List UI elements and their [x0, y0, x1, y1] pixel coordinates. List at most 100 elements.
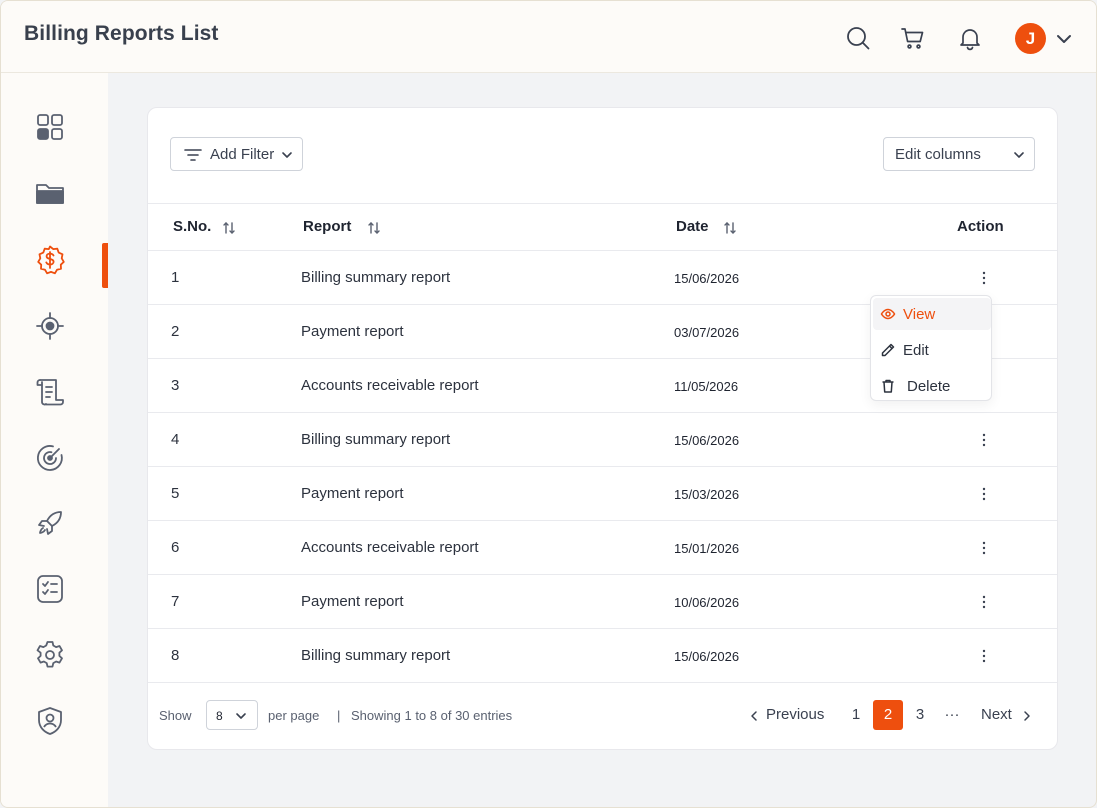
kebab-menu-icon[interactable]	[977, 431, 991, 449]
row-sno: 6	[171, 539, 180, 556]
chevron-down-icon	[236, 713, 246, 719]
show-label: Show	[159, 708, 192, 723]
sort-icon[interactable]	[723, 221, 737, 235]
row-report: Payment report	[301, 323, 404, 340]
sidebar-item-dashboard[interactable]	[1, 102, 108, 150]
next-page-button[interactable]: Next	[981, 706, 1012, 723]
table-row[interactable]: 8 Billing summary report 15/06/2026	[148, 628, 1057, 682]
active-indicator	[102, 243, 108, 288]
kebab-menu-icon[interactable]	[977, 269, 991, 287]
per-page-label: per page	[268, 708, 320, 723]
sidebar	[1, 73, 108, 807]
row-date: 15/06/2026	[674, 433, 740, 448]
target-icon	[36, 312, 64, 340]
table-row[interactable]: 5 Payment report 15/03/2026	[148, 466, 1057, 520]
row-sno: 5	[171, 485, 180, 502]
billing-dollar-icon	[37, 245, 65, 275]
row-date: 15/06/2026	[674, 271, 740, 286]
kebab-menu-icon[interactable]	[977, 593, 991, 611]
entries-summary: Showing 1 to 8 of 30 entries	[351, 708, 513, 723]
sidebar-item-settings[interactable]	[1, 630, 108, 678]
kebab-menu-icon[interactable]	[977, 539, 991, 557]
row-report: Payment report	[301, 593, 404, 610]
footer-separator: |	[337, 708, 341, 723]
avatar[interactable]: J	[1015, 23, 1046, 54]
sidebar-item-launch[interactable]	[1, 498, 108, 546]
reports-card: Add Filter Edit columns S.No. Report Dat…	[147, 107, 1058, 750]
row-date: 15/03/2026	[674, 487, 740, 502]
gear-icon	[36, 641, 63, 668]
top-header: Billing Reports List J	[1, 1, 1096, 73]
row-date: 10/06/2026	[674, 595, 740, 610]
sidebar-item-radar[interactable]	[1, 433, 108, 481]
edit-columns-dropdown[interactable]: Edit columns	[883, 137, 1035, 171]
page-title: Billing Reports List	[24, 22, 219, 45]
row-report: Accounts receivable report	[301, 377, 479, 394]
menu-item-delete-label: Delete	[907, 378, 951, 395]
row-report: Payment report	[301, 485, 404, 502]
sidebar-item-tasks[interactable]	[1, 564, 108, 612]
search-icon[interactable]	[845, 25, 871, 51]
app-window: Billing Reports List J Add Filter Edit c…	[0, 0, 1097, 808]
eye-icon	[880, 308, 896, 320]
trash-icon	[882, 379, 894, 393]
chevron-down-icon[interactable]	[1054, 30, 1074, 48]
page-button-1[interactable]: 1	[841, 700, 871, 730]
row-report: Accounts receivable report	[301, 539, 479, 556]
column-header-date: Date	[676, 218, 709, 235]
sidebar-item-target[interactable]	[1, 301, 108, 349]
chevron-right-icon[interactable]	[1022, 710, 1032, 722]
table-row[interactable]: 4 Billing summary report 15/06/2026	[148, 412, 1057, 466]
table-row[interactable]: 7 Payment report 10/06/2026	[148, 574, 1057, 628]
page-button-3[interactable]: 3	[905, 700, 935, 730]
table-divider	[148, 203, 1057, 204]
chevron-left-icon[interactable]	[749, 710, 759, 722]
per-page-select[interactable]: 8	[206, 700, 258, 730]
scroll-document-icon	[36, 379, 64, 406]
rocket-icon	[38, 511, 62, 535]
pencil-icon	[881, 343, 895, 357]
edit-columns-label: Edit columns	[895, 146, 981, 163]
menu-item-view[interactable]: View	[873, 298, 991, 330]
row-date: 15/01/2026	[674, 541, 740, 556]
sort-icon[interactable]	[222, 221, 236, 235]
menu-item-delete[interactable]: Delete	[873, 370, 991, 402]
kebab-menu-icon[interactable]	[977, 485, 991, 503]
page-button-2[interactable]: 2	[873, 700, 903, 730]
row-sno: 4	[171, 431, 180, 448]
footer-divider	[148, 682, 1057, 683]
kebab-menu-icon[interactable]	[977, 647, 991, 665]
sidebar-item-folder[interactable]	[1, 168, 108, 216]
sidebar-item-security[interactable]	[1, 696, 108, 744]
sort-icon[interactable]	[367, 221, 381, 235]
row-date: 11/05/2026	[674, 379, 739, 394]
menu-item-view-label: View	[903, 306, 936, 323]
dashboard-grid-icon	[37, 114, 63, 140]
sidebar-item-documents[interactable]	[1, 367, 108, 415]
chevron-down-icon	[282, 152, 292, 158]
bell-icon[interactable]	[957, 25, 983, 51]
checklist-icon	[37, 575, 63, 603]
row-date: 03/07/2026	[674, 325, 740, 340]
row-date: 15/06/2026	[674, 649, 740, 664]
row-sno: 2	[171, 323, 180, 340]
column-header-report: Report	[303, 218, 352, 235]
row-sno: 8	[171, 647, 180, 664]
add-filter-button[interactable]: Add Filter	[170, 137, 303, 171]
pagination-ellipsis: ···	[944, 706, 960, 723]
menu-item-edit[interactable]: Edit	[873, 334, 991, 366]
filter-icon	[184, 149, 202, 161]
folder-icon	[36, 184, 64, 204]
add-filter-label: Add Filter	[210, 146, 275, 163]
per-page-value: 8	[216, 709, 223, 723]
row-sno: 7	[171, 593, 180, 610]
sidebar-item-billing[interactable]	[1, 235, 108, 288]
cart-icon[interactable]	[900, 25, 926, 51]
chevron-down-icon	[1014, 152, 1024, 158]
previous-page-button[interactable]: Previous	[766, 706, 824, 723]
row-report: Billing summary report	[301, 269, 451, 286]
table-row[interactable]: 6 Accounts receivable report 15/01/2026	[148, 520, 1057, 574]
row-report: Billing summary report	[301, 431, 451, 448]
row-sno: 1	[171, 269, 180, 286]
column-header-action: Action	[957, 218, 1004, 235]
